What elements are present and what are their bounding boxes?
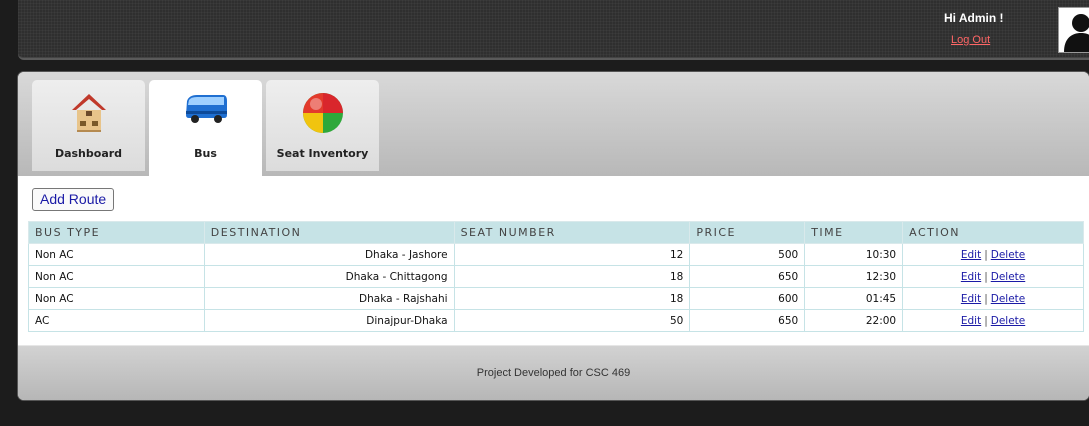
house-icon [69, 91, 109, 139]
delete-link[interactable]: Delete [991, 293, 1026, 305]
cell-action: Edit | Delete [902, 309, 1084, 332]
cell-time: 22:00 [804, 309, 904, 332]
action-separator: | [984, 314, 988, 327]
tab-seat-inventory-label: Seat Inventory [276, 147, 369, 160]
bus-icon [183, 91, 229, 129]
edit-link[interactable]: Edit [961, 293, 981, 305]
column-header-seat-number: SEAT NUMBER [453, 221, 691, 244]
cell-destination: Dhaka - Jashore [203, 243, 455, 266]
cell-price: 500 [689, 243, 806, 266]
table-row: Non AC Dhaka - Chittagong 18 650 12:30 E… [28, 265, 1084, 288]
tab-seat-inventory[interactable]: Seat Inventory [266, 80, 379, 171]
edit-link[interactable]: Edit [961, 315, 981, 327]
pie-chart-icon [301, 91, 345, 139]
tab-dashboard[interactable]: Dashboard [32, 80, 145, 171]
add-route-button[interactable]: Add Route [32, 188, 115, 211]
action-separator: | [984, 270, 988, 283]
user-silhouette-icon [1064, 14, 1089, 52]
table-header-row: BUS TYPE DESTINATION SEAT NUMBER PRICE T… [28, 221, 1084, 244]
cell-bus-type: Non AC [28, 265, 205, 288]
tab-dashboard-label: Dashboard [54, 147, 123, 160]
tab-bus-label: Bus [194, 147, 217, 160]
column-header-action: ACTION [902, 221, 1084, 244]
edit-link[interactable]: Edit [961, 271, 981, 283]
column-header-bus-type: BUS TYPE [28, 221, 205, 244]
table-row: AC Dinajpur-Dhaka 50 650 22:00 Edit | Dele… [28, 309, 1084, 332]
cell-price: 600 [689, 287, 806, 310]
table-row: Non AC Dhaka - Rajshahi 18 600 01:45 Edi… [28, 287, 1084, 310]
user-greeting: Hi Admin ! [944, 11, 1004, 25]
avatar[interactable] [1058, 7, 1089, 53]
cell-price: 650 [689, 265, 806, 288]
cell-bus-type: Non AC [28, 287, 205, 310]
routes-table: BUS TYPE DESTINATION SEAT NUMBER PRICE T… [28, 221, 1084, 332]
cell-time: 01:45 [804, 287, 904, 310]
logout-link[interactable]: Log Out [951, 34, 990, 46]
cell-seat-number: 18 [453, 265, 691, 288]
top-header: Hi Admin ! Log Out [18, 0, 1089, 60]
edit-link[interactable]: Edit [961, 249, 981, 261]
cell-action: Edit | Delete [902, 265, 1084, 288]
cell-time: 10:30 [804, 243, 904, 266]
cell-seat-number: 18 [453, 287, 691, 310]
cell-price: 650 [689, 309, 806, 332]
nav-bar: Dashboard Bus Seat Inventory [18, 72, 1089, 176]
table-row: Non AC Dhaka - Jashore 12 500 10:30 Edit… [28, 243, 1084, 266]
action-separator: | [984, 248, 988, 261]
tab-bus[interactable]: Bus [149, 80, 262, 176]
footer-text: Project Developed for CSC 469 [476, 367, 631, 379]
cell-destination: Dhaka - Chittagong [203, 265, 455, 288]
cell-action: Edit | Delete [902, 287, 1084, 310]
delete-link[interactable]: Delete [991, 249, 1026, 261]
delete-link[interactable]: Delete [991, 315, 1026, 327]
column-header-destination: DESTINATION [203, 221, 455, 244]
cell-bus-type: AC [28, 309, 205, 332]
cell-destination: Dinajpur-Dhaka [203, 309, 455, 332]
cell-seat-number: 12 [453, 243, 691, 266]
cell-seat-number: 50 [453, 309, 691, 332]
cell-destination: Dhaka - Rajshahi [203, 287, 455, 310]
cell-bus-type: Non AC [28, 243, 205, 266]
column-header-time: TIME [804, 221, 904, 244]
cell-time: 12:30 [804, 265, 904, 288]
main-panel: Dashboard Bus Seat Inventory Add Route B… [18, 72, 1089, 400]
footer: Project Developed for CSC 469 [18, 345, 1089, 400]
column-header-price: PRICE [689, 221, 806, 244]
action-separator: | [984, 292, 988, 305]
delete-link[interactable]: Delete [991, 271, 1026, 283]
cell-action: Edit | Delete [902, 243, 1084, 266]
